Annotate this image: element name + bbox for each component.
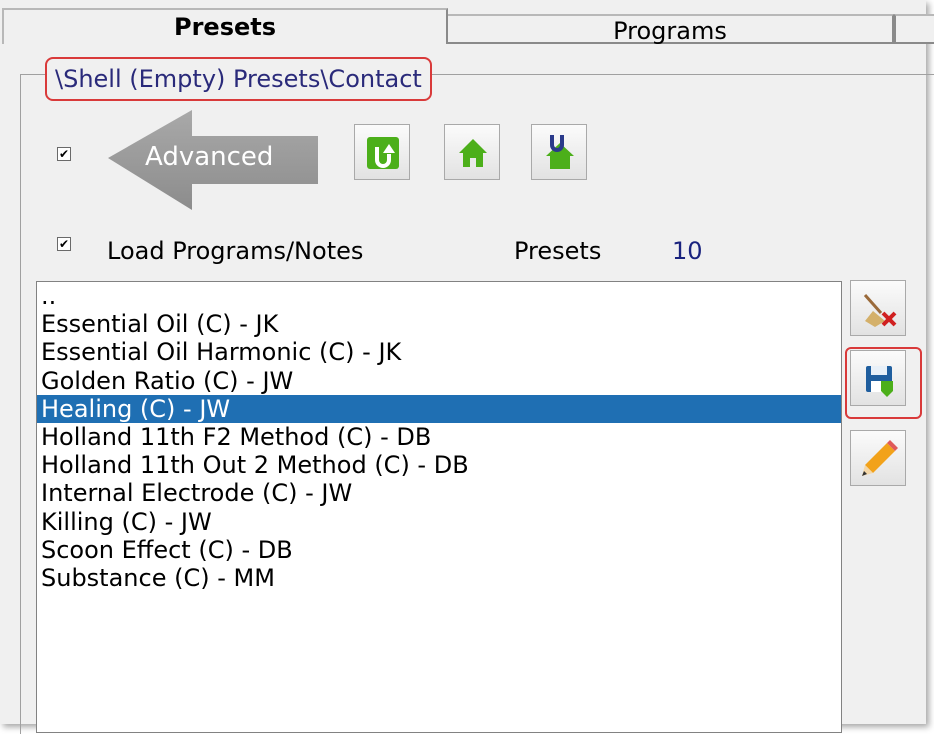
refresh-icon bbox=[367, 137, 399, 169]
refresh-button[interactable] bbox=[354, 124, 410, 180]
list-item[interactable]: Holland 11th F2 Method (C) - DB bbox=[37, 423, 841, 451]
up-home-icon bbox=[546, 135, 574, 169]
list-item[interactable]: Essential Oil Harmonic (C) - JK bbox=[37, 338, 841, 366]
list-item[interactable]: Holland 11th Out 2 Method (C) - DB bbox=[37, 451, 841, 479]
presets-count-value: 10 bbox=[672, 237, 703, 265]
window-frame: Presets Programs \Shell (Empty) Presets\… bbox=[0, 0, 934, 734]
save-highlight bbox=[845, 347, 922, 419]
list-item[interactable]: Healing (C) - JW bbox=[37, 394, 841, 423]
list-item[interactable]: Internal Electrode (C) - JW bbox=[37, 479, 841, 507]
list-item[interactable]: Essential Oil (C) - JK bbox=[37, 310, 841, 338]
load-programs-checkbox[interactable]: ✔ bbox=[57, 237, 71, 251]
advanced-checkbox[interactable]: ✔ bbox=[57, 147, 71, 161]
load-programs-label: Load Programs/Notes bbox=[107, 237, 364, 265]
edit-pencil-icon bbox=[862, 440, 898, 476]
presets-listbox[interactable]: .. Essential Oil (C) - JK Essential Oil Ha… bbox=[36, 281, 842, 733]
list-item[interactable]: .. bbox=[37, 282, 841, 310]
tab-presets[interactable]: Presets bbox=[2, 8, 448, 44]
home-button[interactable] bbox=[444, 124, 500, 180]
list-item[interactable]: Killing (C) - JW bbox=[37, 508, 841, 536]
tab-overflow[interactable] bbox=[894, 14, 934, 44]
list-item[interactable]: Substance (C) - MM bbox=[37, 564, 841, 592]
up-home-button[interactable] bbox=[531, 124, 587, 180]
clear-button[interactable] bbox=[850, 280, 906, 336]
advanced-label: Advanced bbox=[145, 142, 274, 172]
broom-clear-icon bbox=[863, 294, 897, 327]
edit-button[interactable] bbox=[850, 430, 906, 486]
tab-programs[interactable]: Programs bbox=[448, 14, 894, 45]
presets-count-label: Presets bbox=[514, 237, 602, 265]
path-breadcrumb: \Shell (Empty) Presets\Contact bbox=[45, 57, 432, 101]
home-icon bbox=[459, 139, 487, 167]
list-item[interactable]: Golden Ratio (C) - JW bbox=[37, 367, 841, 395]
list-item[interactable]: Scoon Effect (C) - DB bbox=[37, 536, 841, 564]
